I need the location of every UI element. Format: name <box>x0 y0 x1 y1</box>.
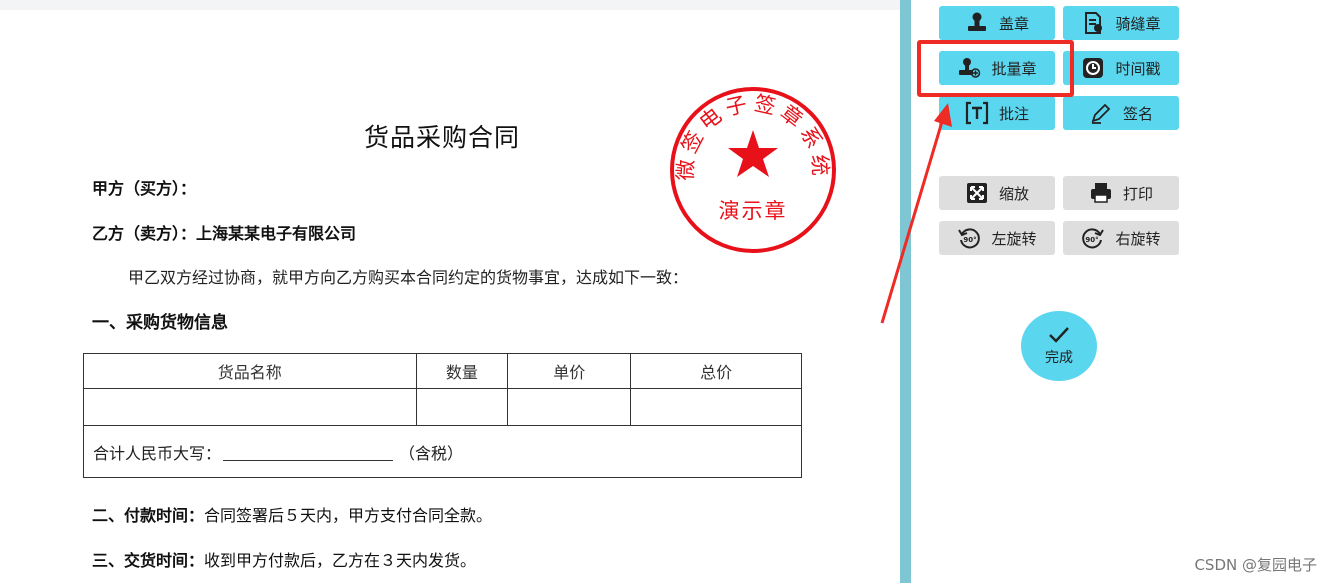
cell-quantity <box>415 388 509 426</box>
zoom-icon <box>966 183 987 203</box>
checkmark-icon <box>1049 327 1069 343</box>
rotate-right-label: 右旋转 <box>1115 229 1161 248</box>
zoom-button[interactable]: 缩放 <box>939 176 1055 210</box>
rotate-left-label: 左旋转 <box>991 229 1037 248</box>
timestamp-icon <box>1083 58 1104 78</box>
total-blank-line <box>223 445 394 461</box>
seam-stamp-label: 骑缝章 <box>1115 14 1161 33</box>
printer-icon <box>1090 183 1111 203</box>
svg-text:90°: 90° <box>964 236 977 244</box>
timestamp-label: 时间戳 <box>1115 59 1161 78</box>
print-label: 打印 <box>1122 184 1153 203</box>
annotate-text-icon <box>965 101 989 125</box>
annotate-button[interactable]: 批注 <box>939 96 1055 130</box>
section-2-body: 合同签署后５天内，甲方支付合同全款。 <box>204 506 493 525</box>
page-top-strip <box>0 0 900 10</box>
table-header-row: 货品名称 数量 单价 总价 <box>83 353 802 389</box>
red-seal-stamp[interactable]: 微签电子签章系统 演示章 <box>668 85 838 255</box>
batch-stamp-label: 批量章 <box>991 59 1037 78</box>
table-total-row: 合计人民币大写： （含税） <box>83 425 802 478</box>
annotate-label: 批注 <box>998 104 1029 123</box>
cell-goods-name <box>83 388 417 426</box>
header-quantity: 数量 <box>415 353 509 389</box>
cell-unit-price <box>507 388 632 426</box>
cell-total-price <box>630 388 802 426</box>
total-cell: 合计人民币大写： （含税） <box>83 425 802 478</box>
document-page: 货品采购合同 甲方（买方）： 乙方（卖方）：上海某某电子有限公司 甲乙双方经过协… <box>0 0 900 583</box>
section-3-heading: 三、交货时间： <box>92 551 205 570</box>
party-b-line: 乙方（卖方）：上海某某电子有限公司 <box>92 224 357 243</box>
section-2-heading: 二、付款时间： <box>92 506 205 525</box>
total-suffix: （含税） <box>399 443 464 463</box>
rotate-left-button[interactable]: 90° 左旋转 <box>939 221 1055 255</box>
seam-stamp-button[interactable]: 骑缝章 <box>1063 6 1179 40</box>
total-label: 合计人民币大写： <box>93 443 222 463</box>
rotate-right-button[interactable]: 90° 右旋转 <box>1063 221 1179 255</box>
goods-table: 货品名称 数量 单价 总价 合计人民币大写： （含税） <box>83 353 802 478</box>
done-button[interactable]: 完成 <box>1021 311 1097 381</box>
sign-label: 签名 <box>1122 104 1153 123</box>
pen-icon <box>1091 103 1111 124</box>
sign-button[interactable]: 签名 <box>1063 96 1179 130</box>
batch-stamp-button[interactable]: 批量章 <box>939 51 1055 85</box>
seal-star-icon <box>728 130 778 177</box>
panel-divider <box>900 0 911 583</box>
rotate-right-icon: 90° <box>1082 228 1105 249</box>
done-label: 完成 <box>1045 350 1073 366</box>
seal-bottom-text: 演示章 <box>719 199 788 223</box>
party-a-line: 甲方（买方）： <box>92 179 197 198</box>
seam-stamp-icon <box>1085 12 1103 34</box>
section-1-heading: 一、采购货物信息 <box>92 313 228 333</box>
header-total-price: 总价 <box>630 353 802 389</box>
stamp-label: 盖章 <box>998 14 1029 33</box>
zoom-label: 缩放 <box>998 184 1029 203</box>
timestamp-button[interactable]: 时间戳 <box>1063 51 1179 85</box>
batch-stamp-icon <box>959 58 981 78</box>
header-unit-price: 单价 <box>507 353 632 389</box>
csdn-watermark: CSDN @复园电子 <box>1194 556 1317 574</box>
stamp-button[interactable]: 盖章 <box>939 6 1055 40</box>
section-3: 三、交货时间：收到甲方付款后，乙方在３天内发货。 <box>92 547 476 571</box>
section-2: 二、付款时间：合同签署后５天内，甲方支付合同全款。 <box>92 502 492 526</box>
rotate-left-icon: 90° <box>958 228 981 249</box>
intro-paragraph: 甲乙双方经过协商，就甲方向乙方购买本合同约定的货物事宜，达成如下一致： <box>128 268 689 287</box>
signature-tool-panel <box>911 0 1331 583</box>
table-row <box>83 388 802 426</box>
stamp-icon <box>967 12 986 31</box>
print-button[interactable]: 打印 <box>1063 176 1179 210</box>
svg-text:90°: 90° <box>1086 236 1099 244</box>
section-3-body: 收到甲方付款后，乙方在３天内发货。 <box>204 551 477 570</box>
header-goods-name: 货品名称 <box>83 353 417 389</box>
